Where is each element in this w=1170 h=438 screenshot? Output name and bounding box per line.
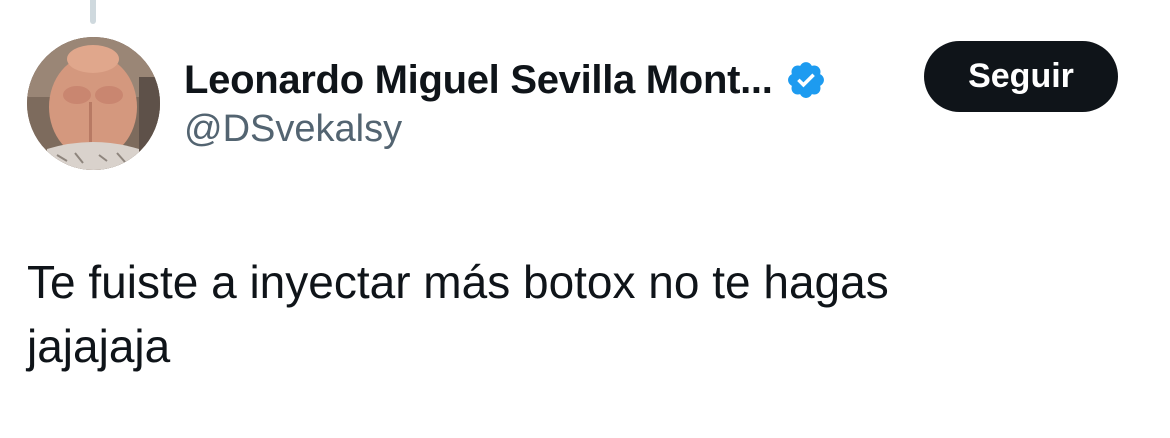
avatar[interactable] — [27, 37, 160, 170]
tweet-text: Te fuiste a inyectar más botox no te hag… — [27, 250, 1127, 378]
thread-connector-line — [90, 0, 96, 24]
follow-button[interactable]: Seguir — [924, 41, 1118, 112]
author-display-name[interactable]: Leonardo Miguel Sevilla Mont... — [184, 58, 773, 103]
avatar-photo-icon — [27, 37, 160, 170]
verified-badge-icon — [785, 59, 827, 101]
author-name-row: Leonardo Miguel Sevilla Mont... — [184, 52, 827, 108]
author-handle[interactable]: @DSvekalsy — [184, 108, 402, 151]
tweet-text-line: Te fuiste a inyectar más botox no te hag… — [27, 256, 889, 308]
tweet-text-line: jajajaja — [27, 320, 171, 372]
